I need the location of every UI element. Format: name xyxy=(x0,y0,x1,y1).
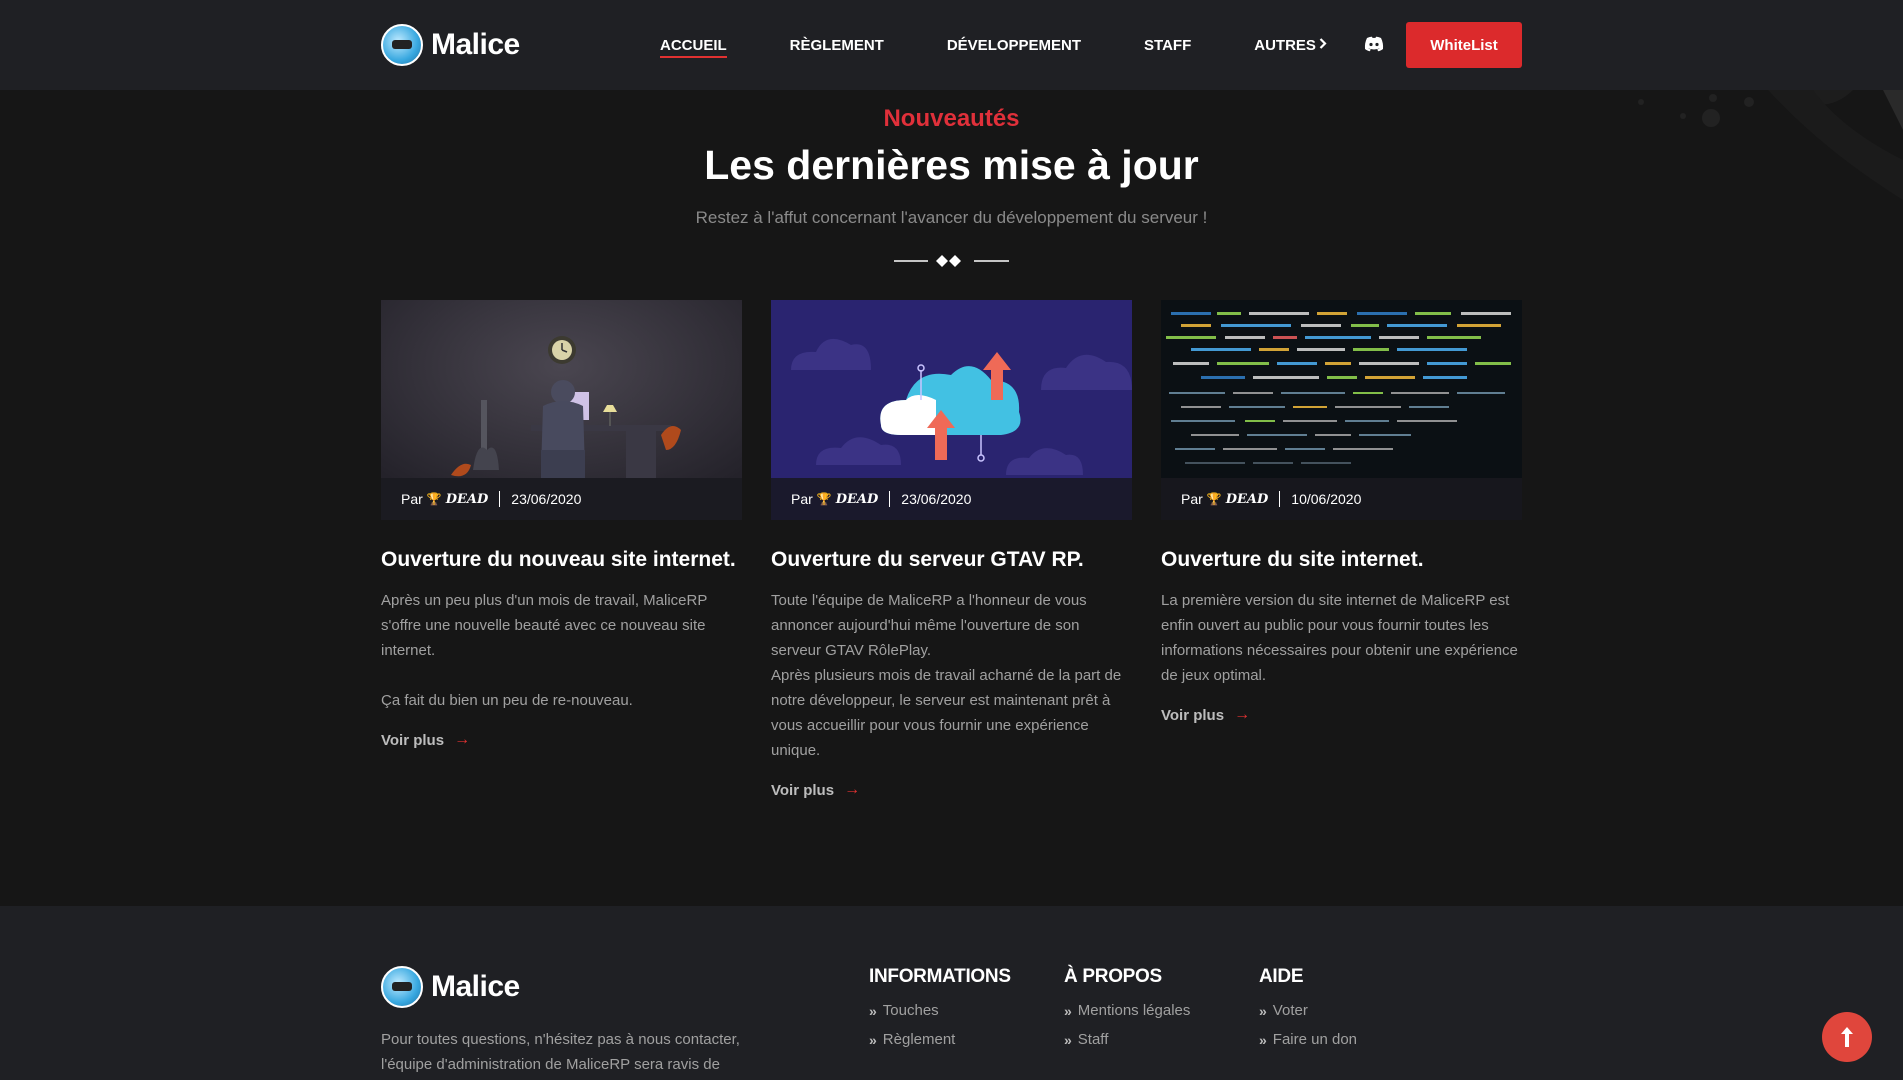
footer-link-faire-un-don[interactable]: » Faire un don xyxy=(1259,1031,1357,1048)
card-author-prefix: Par xyxy=(791,491,813,507)
double-chevron-right-icon: » xyxy=(1259,1002,1267,1019)
footer-link-label: Règlement xyxy=(882,1031,956,1048)
arrow-right-icon: → xyxy=(1234,706,1251,723)
trophy-icon: 🏆 xyxy=(426,492,442,506)
cloud-upload-download-illustration[interactable]: Par 🏆 DEAD 23/06/2020 xyxy=(771,300,1132,520)
card-author: DEAD xyxy=(835,491,879,507)
source-code-screen-photo[interactable]: Par 🏆 DEAD 10/06/2020 xyxy=(1161,300,1522,520)
news-card: Par 🏆 DEAD 23/06/2020 Ouverture du serve… xyxy=(771,300,1132,799)
footer-contact-text: Pour toutes questions, n'hésitez pas à n… xyxy=(381,1031,740,1073)
card-author: DEAD xyxy=(1225,491,1269,507)
card-title[interactable]: Ouverture du serveur GTAV RP. xyxy=(771,548,1132,572)
nav-item-autres[interactable]: AUTRES xyxy=(1254,0,1327,90)
developer-at-desk-illustration[interactable]: Par 🏆 DEAD 23/06/2020 xyxy=(381,300,742,520)
malice-logo-icon xyxy=(381,24,423,66)
card-author-prefix: Par xyxy=(401,491,423,507)
footer-column-a-propos: À PROPOS » Mentions légales » Staff xyxy=(1064,966,1190,1048)
diamond-divider-icon xyxy=(894,255,1009,267)
footer-link-reglement[interactable]: » Règlement xyxy=(869,1031,1011,1048)
news-card: Par 🏆 DEAD 10/06/2020 Ouverture du site … xyxy=(1161,300,1522,724)
footer-column-title: À PROPOS xyxy=(1064,966,1162,987)
meta-separator xyxy=(889,491,891,507)
footer-link-label: Mentions légales xyxy=(1077,1002,1191,1019)
footer-link-label: Touches xyxy=(882,1002,939,1019)
double-chevron-right-icon: » xyxy=(1064,1031,1072,1048)
card-body-paragraph: La première version du site internet de … xyxy=(1161,592,1518,684)
footer-column-title: AIDE xyxy=(1259,966,1304,987)
read-more-label: Voir plus xyxy=(1161,706,1225,724)
malice-logo-icon xyxy=(381,966,423,1008)
footer-link-touches[interactable]: » Touches xyxy=(869,1002,1011,1019)
card-meta: Par 🏆 DEAD 23/06/2020 xyxy=(381,478,742,520)
section-title: Les dernières mise à jour xyxy=(704,142,1199,188)
footer-brand-link[interactable]: Malice xyxy=(381,966,520,1008)
read-more-label: Voir plus xyxy=(381,731,445,749)
footer-column-informations: INFORMATIONS » Touches » Règlement xyxy=(869,966,1011,1048)
card-body: La première version du site internet de … xyxy=(1161,588,1522,688)
card-body-paragraph: Ça fait du bien un peu de re-nouveau. xyxy=(381,692,633,709)
footer-column-title: INFORMATIONS xyxy=(869,966,1011,987)
nav-item-staff[interactable]: STAFF xyxy=(1144,0,1191,90)
double-chevron-right-icon: » xyxy=(869,1002,877,1019)
footer-column-aide: AIDE » Voter » Faire un don xyxy=(1259,966,1357,1048)
section-kicker: Nouveautés xyxy=(883,105,1020,132)
scroll-to-top-button[interactable] xyxy=(1822,1012,1872,1062)
nav-item-accueil[interactable]: ACCUEIL xyxy=(660,0,727,90)
trophy-icon: 🏆 xyxy=(816,492,832,506)
whitelist-button[interactable]: WhiteList xyxy=(1406,22,1522,68)
brand-logo-link[interactable]: Malice xyxy=(381,24,520,66)
site-footer: Malice Pour toutes questions, n'hésitez … xyxy=(0,906,1903,1080)
card-author-prefix: Par xyxy=(1181,491,1203,507)
main-menu: ACCUEIL RÈGLEMENT DÉVELOPPEMENT STAFF AU… xyxy=(660,0,1390,90)
meta-separator xyxy=(1279,491,1281,507)
read-more-link[interactable]: Voir plus → xyxy=(771,781,1132,799)
card-author: DEAD xyxy=(445,491,489,507)
card-body-paragraph: Après plusieurs mois de travail acharné … xyxy=(771,667,1122,759)
card-date: 23/06/2020 xyxy=(511,491,582,507)
card-body-paragraph: Toute l'équipe de MaliceRP a l'honneur d… xyxy=(771,592,1087,659)
card-body: Toute l'équipe de MaliceRP a l'honneur d… xyxy=(771,588,1132,763)
arrow-right-icon: → xyxy=(454,731,471,748)
top-navbar: Malice ACCUEIL RÈGLEMENT DÉVELOPPEMENT S… xyxy=(0,0,1903,90)
read-more-link[interactable]: Voir plus → xyxy=(381,731,742,749)
read-more-link[interactable]: Voir plus → xyxy=(1161,706,1522,724)
nav-item-developpement[interactable]: DÉVELOPPEMENT xyxy=(947,0,1081,90)
footer-brand-name: Malice xyxy=(431,970,520,1003)
arrow-right-icon: → xyxy=(844,781,861,798)
discord-icon[interactable] xyxy=(1364,36,1384,52)
footer-link-label: Faire un don xyxy=(1272,1031,1358,1048)
meta-separator xyxy=(499,491,501,507)
card-title[interactable]: Ouverture du nouveau site internet. xyxy=(381,548,742,572)
card-body: Après un peu plus d'un mois de travail, … xyxy=(381,588,742,713)
card-meta: Par 🏆 DEAD 23/06/2020 xyxy=(771,478,1132,520)
footer-link-label: Staff xyxy=(1077,1031,1109,1048)
read-more-label: Voir plus xyxy=(771,781,835,799)
footer-link-staff[interactable]: » Staff xyxy=(1064,1031,1190,1048)
nav-item-autres-label: AUTRES xyxy=(1254,36,1316,54)
footer-link-voter[interactable]: » Voter xyxy=(1259,1002,1357,1019)
news-card: Par 🏆 DEAD 23/06/2020 Ouverture du nouve… xyxy=(381,300,742,749)
footer-link-label: Voter xyxy=(1272,1002,1308,1019)
card-body-paragraph: Après un peu plus d'un mois de travail, … xyxy=(381,592,708,659)
trophy-icon: 🏆 xyxy=(1206,492,1222,506)
double-chevron-right-icon: » xyxy=(1064,1002,1072,1019)
section-subtitle: Restez à l'affut concernant l'avancer du… xyxy=(695,208,1208,227)
double-chevron-right-icon: » xyxy=(869,1031,877,1048)
footer-link-mentions-legales[interactable]: » Mentions légales xyxy=(1064,1002,1190,1019)
card-date: 10/06/2020 xyxy=(1291,491,1362,507)
card-title[interactable]: Ouverture du site internet. xyxy=(1161,548,1522,572)
arrow-up-icon xyxy=(1841,1027,1853,1047)
chevron-right-icon xyxy=(1319,38,1327,52)
brand-name: Malice xyxy=(431,28,520,61)
card-date: 23/06/2020 xyxy=(901,491,972,507)
nav-item-reglement[interactable]: RÈGLEMENT xyxy=(790,0,884,90)
card-meta: Par 🏆 DEAD 10/06/2020 xyxy=(1161,478,1522,520)
double-chevron-right-icon: » xyxy=(1259,1031,1267,1048)
